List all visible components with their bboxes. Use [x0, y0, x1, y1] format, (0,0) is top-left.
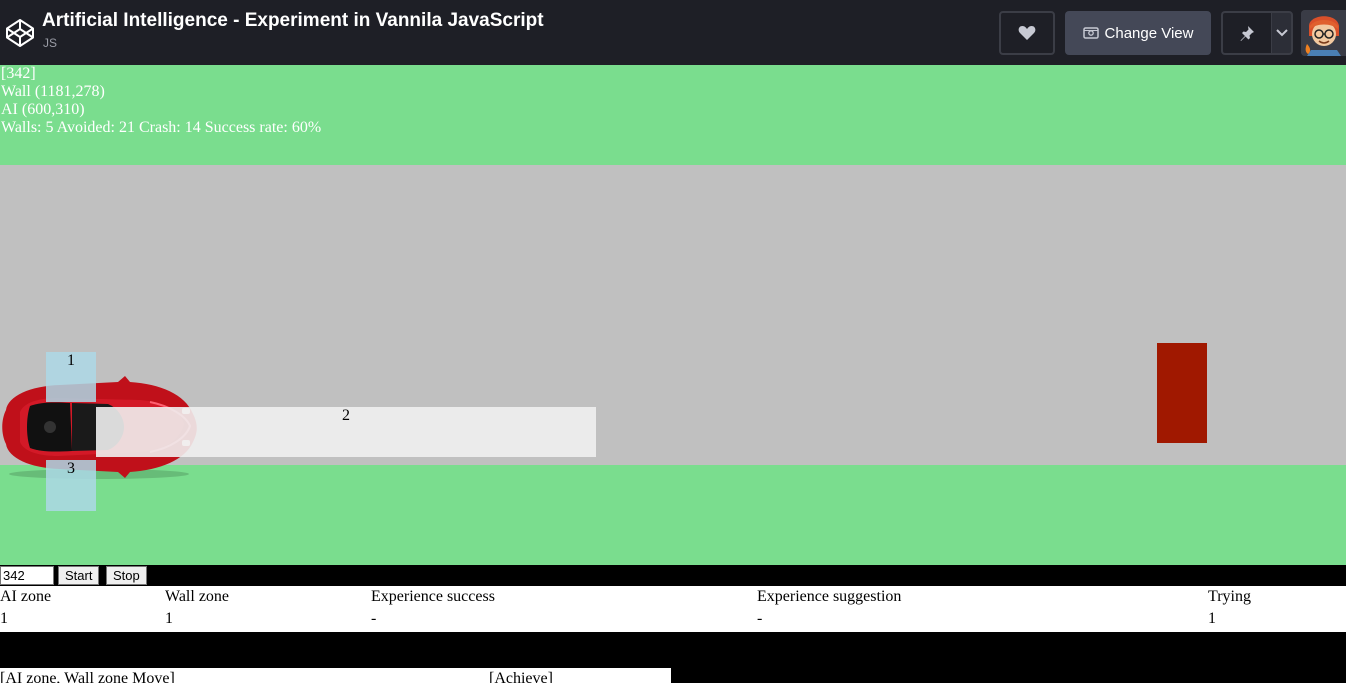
pin-dropdown-button[interactable]	[1271, 11, 1293, 55]
start-button[interactable]: Start	[58, 566, 100, 585]
heart-icon	[1018, 26, 1036, 40]
col-experience-success: Experience success	[371, 588, 495, 605]
experience-table: AI zone Wall zone Experience success Exp…	[0, 586, 1346, 632]
wall-obstacle	[1157, 343, 1207, 443]
pin-button[interactable]	[1221, 11, 1271, 55]
change-view-icon	[1082, 27, 1099, 39]
sensor-zone-2: 2	[96, 407, 596, 457]
heart-button[interactable]	[999, 11, 1055, 55]
iteration-input[interactable]	[0, 566, 54, 585]
memory-right-header: [Achieve]	[489, 670, 553, 683]
sensor-zone-3: 3	[46, 460, 96, 511]
col-ai-zone: AI zone	[0, 588, 52, 605]
cell-experience-success: -	[371, 610, 377, 627]
col-wall-zone: Wall zone	[165, 588, 230, 605]
col-experience-suggestion: Experience suggestion	[757, 588, 902, 605]
codepen-logo-icon[interactable]	[4, 17, 36, 49]
info-panel: [342] Wall (1181,278) AI (600,310) Walls…	[1, 65, 321, 137]
table-row: 1 1 - - 1	[0, 608, 1346, 630]
controls-bar: Start Stop	[0, 565, 1346, 586]
wall-position: Wall (1181,278)	[1, 83, 105, 100]
memory-left-header: [AI zone, Wall zone Move]	[0, 670, 175, 683]
sensor-zone-1: 1	[46, 352, 96, 402]
stop-button[interactable]: Stop	[106, 566, 147, 585]
cell-ai-zone: 1	[0, 610, 8, 627]
zone-2-label: 2	[342, 407, 350, 424]
zone-1-label: 1	[67, 352, 75, 369]
zone-3-label: 3	[67, 460, 75, 477]
table-header-row: AI zone Wall zone Experience success Exp…	[0, 586, 1346, 608]
cell-wall-zone: 1	[165, 610, 173, 627]
cell-experience-suggestion: -	[757, 610, 763, 627]
change-view-button[interactable]: Change View	[1065, 11, 1211, 55]
memory-panel: [AI zone, Wall zone Move] [Achieve]	[0, 668, 671, 683]
col-trying: Trying	[1208, 588, 1251, 605]
ai-position: AI (600,310)	[1, 101, 85, 118]
stats-line: Walls: 5 Avoided: 21 Crash: 14 Success r…	[1, 119, 322, 136]
iteration-counter: [342]	[1, 65, 36, 82]
grass-bottom	[0, 465, 1346, 565]
pin-icon	[1240, 26, 1254, 41]
pen-title[interactable]: Artificial Intelligence - Experiment in …	[42, 10, 544, 32]
cell-trying: 1	[1208, 610, 1216, 627]
grass-top: [342] Wall (1181,278) AI (600,310) Walls…	[0, 65, 1346, 165]
codepen-header: Artificial Intelligence - Experiment in …	[0, 0, 1346, 65]
change-view-label: Change View	[1104, 24, 1194, 42]
pen-subtitle: JS	[43, 36, 58, 50]
avatar[interactable]	[1301, 10, 1346, 56]
chevron-down-icon	[1275, 29, 1288, 37]
